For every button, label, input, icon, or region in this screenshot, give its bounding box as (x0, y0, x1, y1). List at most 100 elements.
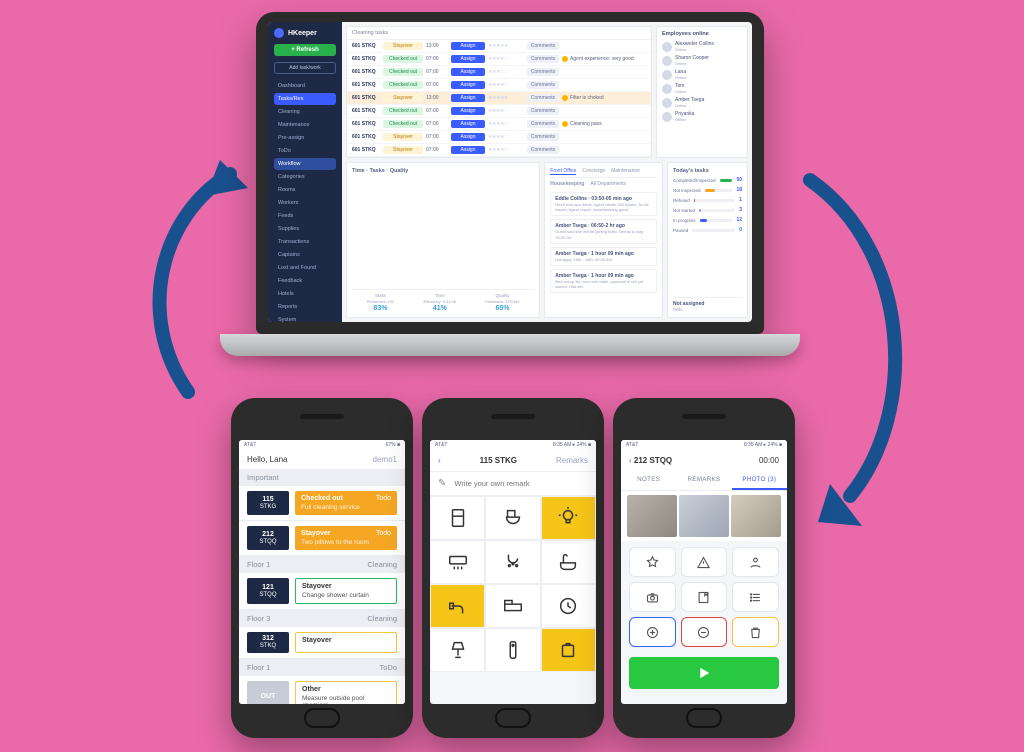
feed-tab[interactable]: Maintenance (611, 168, 640, 175)
lightbulb-icon[interactable] (541, 496, 596, 540)
employee-row[interactable]: Alexander CollinsOnline (662, 41, 742, 52)
feed-item[interactable]: Amber Tsega · 1 hour 09 min agoUnhappy: … (550, 247, 657, 266)
photo-thumb[interactable] (679, 495, 729, 537)
table-row[interactable]: 601 STKQChecked out07:00Assign★★★★☆Comme… (347, 118, 651, 131)
clock-icon[interactable] (541, 584, 596, 628)
sidebar-item[interactable]: Feedback (274, 275, 336, 287)
list-button[interactable] (732, 582, 779, 612)
ac-icon[interactable] (430, 540, 485, 584)
remarks-label: Remarks (556, 456, 588, 465)
performance-chart-panel: Time · Tasks · Quality TasksPerformed: 1… (346, 162, 540, 318)
stat-line: Completed/Inspected50 (673, 177, 742, 183)
sidebar-item[interactable]: Hotels (274, 288, 336, 300)
mode-label: demo1 (373, 455, 397, 464)
photo-thumb[interactable] (627, 495, 677, 537)
camera-button[interactable] (629, 582, 676, 612)
remark-input[interactable] (452, 478, 588, 489)
employee-row[interactable]: PriyankaOffline (662, 111, 742, 122)
feed-item[interactable]: Amber Tsega · 1 hour 09 min agoBed set-u… (550, 269, 657, 293)
sidebar-item[interactable]: Categories (274, 171, 336, 183)
cleaning-tasks-table: Cleaning tasks 601 STKQStayover13:00Assi… (346, 26, 652, 158)
sidebar-item[interactable]: ToDo (274, 145, 336, 157)
back-button[interactable]: ‹ (438, 456, 441, 465)
person-button[interactable] (732, 547, 779, 577)
table-row[interactable]: 601 STKQStayover07:00Assign★★★★☆Comments (347, 131, 651, 144)
sidebar: HKeeper + Refresh Add task/work Dashboar… (268, 22, 342, 322)
pencil-icon: ✎ (438, 478, 446, 489)
sidebar-item[interactable]: Transactions (274, 236, 336, 248)
task-item[interactable]: 121STQQStayoverChange shower curtain (239, 573, 405, 610)
bathtub-icon[interactable] (541, 540, 596, 584)
luggage-icon[interactable] (541, 628, 596, 672)
table-row[interactable]: 601 STKQChecked out07:00Assign★★★☆☆Comme… (347, 66, 651, 79)
fridge-icon[interactable] (430, 496, 485, 540)
stat-line: Refused1 (673, 197, 742, 203)
table-row[interactable]: 601 STKQStayover07:00Assign★★★★☆Comments (347, 144, 651, 157)
bed-icon[interactable] (485, 584, 540, 628)
lamp-icon[interactable] (430, 628, 485, 672)
sidebar-item[interactable]: Captains (274, 249, 336, 261)
phone-photo: AT&T8:35 AM ▸ 24% ■ ‹ 212 STQQ 00:00 NOT… (613, 398, 795, 738)
tab[interactable]: NOTES (621, 471, 676, 490)
section-header: Floor 3Cleaning (239, 610, 405, 627)
start-button[interactable] (629, 657, 779, 689)
feed-item[interactable]: Eddie Collins · 03:50-05 min agoNeed new… (550, 192, 657, 216)
shower-icon[interactable] (485, 540, 540, 584)
sidebar-item[interactable]: Cleaning (274, 106, 336, 118)
room-title: 115 STKG (480, 456, 517, 465)
feed-tab[interactable]: Concierge (582, 168, 605, 175)
sidebar-item[interactable]: Pre-assign (274, 132, 336, 144)
task-item[interactable]: 312STKQStayover (239, 627, 405, 659)
sidebar-item[interactable]: Rooms (274, 184, 336, 196)
sidebar-item[interactable]: System (274, 314, 336, 322)
phone1-header: Hello, Lana demo1 (239, 450, 405, 469)
employee-row[interactable]: Amber TsegaOnline (662, 97, 742, 108)
task-item[interactable]: OUTOtherMeasure outside pool chemical… (239, 676, 405, 704)
employee-row[interactable]: TomOnline (662, 83, 742, 94)
minus-button[interactable] (681, 617, 728, 647)
sidebar-item[interactable]: Workers (274, 197, 336, 209)
task-item[interactable]: 212STQQStayoverTodoTwo pillows to the ro… (239, 521, 405, 556)
refresh-button[interactable]: + Refresh (274, 44, 336, 56)
note-button[interactable] (681, 582, 728, 612)
sidebar-item[interactable]: Workflow (274, 158, 336, 170)
employee-row[interactable]: Sharon CooperOnline (662, 55, 742, 66)
tab[interactable]: REMARKS (676, 471, 731, 490)
trash-button[interactable] (732, 617, 779, 647)
sidebar-item[interactable]: Reports (274, 301, 336, 313)
table-row[interactable]: 601 STKQStayover13:00Assign★★★★★Comments… (347, 92, 651, 105)
greeting: Hello, Lana (247, 455, 287, 464)
feed-subtab[interactable]: All Departments (590, 181, 626, 187)
task-item[interactable]: 115STKGChecked outTodoFull cleaning serv… (239, 486, 405, 521)
add-task-button[interactable]: Add task/work (274, 62, 336, 74)
sidebar-item[interactable]: Lost and Found (274, 262, 336, 274)
toilet-icon[interactable] (485, 496, 540, 540)
laptop-mockup: HKeeper + Refresh Add task/work Dashboar… (256, 12, 764, 356)
table-row[interactable]: 601 STKQStayover13:00Assign★★★★★Comments (347, 40, 651, 53)
star-button[interactable] (629, 547, 676, 577)
feed-item[interactable]: Amber Tsega · 06:50-2 hr agoGuest said s… (550, 219, 657, 243)
activity-feed-panel: Front Office Concierge Maintenance Houseke… (544, 162, 663, 318)
table-row[interactable]: 601 STKQChecked out07:00Assign★★★★☆Comme… (347, 105, 651, 118)
feed-tab[interactable]: Front Office (550, 168, 576, 175)
employee-row[interactable]: LanaOnline (662, 69, 742, 80)
sidebar-item[interactable]: Supplies (274, 223, 336, 235)
tab[interactable]: PHOTO (3) (732, 471, 787, 490)
faucet-icon[interactable] (430, 584, 485, 628)
summary-stat: QualityFeedback: 220/34065% (485, 293, 519, 312)
table-row[interactable]: 601 STKQChecked out07:00Assign★★★★☆Comme… (347, 79, 651, 92)
sidebar-item[interactable]: Maintenance (274, 119, 336, 131)
photo-thumb[interactable] (731, 495, 781, 537)
sidebar-item[interactable]: Feeds (274, 210, 336, 222)
dashboard-screen: HKeeper + Refresh Add task/work Dashboar… (268, 22, 752, 322)
back-button[interactable]: ‹ 212 STQQ (629, 456, 672, 465)
remote-icon[interactable] (485, 628, 540, 672)
table-row[interactable]: 601 STKQChecked out07:00Assign★★★★☆Comme… (347, 53, 651, 66)
plus-button[interactable] (629, 617, 676, 647)
sidebar-item[interactable]: Dashboard (274, 80, 336, 92)
warning-button[interactable] (681, 547, 728, 577)
feed-subtab[interactable]: Housekeeping (550, 181, 584, 187)
timer: 00:00 (759, 456, 779, 465)
summary-stat: TasksPerformed: 10283% (367, 293, 395, 312)
sidebar-item[interactable]: Tasks/Res (274, 93, 336, 105)
